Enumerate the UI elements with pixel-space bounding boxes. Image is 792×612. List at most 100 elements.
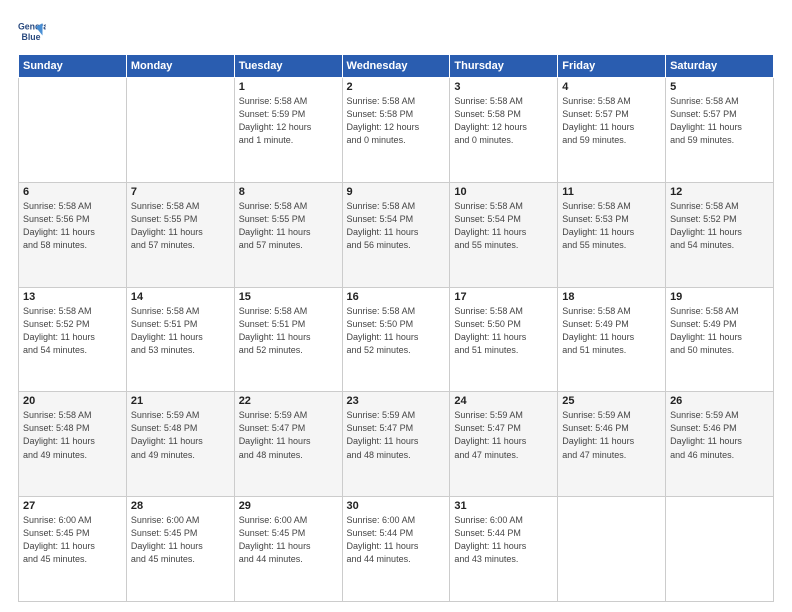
calendar-cell: 18 Sunrise: 5:58 AM Sunset: 5:49 PM Dayli… xyxy=(558,287,666,392)
calendar-cell: 1 Sunrise: 5:58 AM Sunset: 5:59 PM Daylig… xyxy=(234,78,342,183)
day-info: Sunrise: 5:58 AM Sunset: 5:49 PM Dayligh… xyxy=(670,305,769,357)
day-number: 2 xyxy=(347,81,446,93)
day-number: 28 xyxy=(131,500,230,512)
calendar-cell: 29 Sunrise: 6:00 AM Sunset: 5:45 PM Dayli… xyxy=(234,497,342,602)
day-number: 18 xyxy=(562,291,661,303)
day-number: 15 xyxy=(239,291,338,303)
day-number: 8 xyxy=(239,186,338,198)
weekday-header: Wednesday xyxy=(342,55,450,78)
weekday-header: Monday xyxy=(126,55,234,78)
day-info: Sunrise: 5:59 AM Sunset: 5:46 PM Dayligh… xyxy=(670,409,769,461)
day-info: Sunrise: 5:58 AM Sunset: 5:49 PM Dayligh… xyxy=(562,305,661,357)
calendar-cell xyxy=(19,78,127,183)
calendar-week-row: 27 Sunrise: 6:00 AM Sunset: 5:45 PM Dayli… xyxy=(19,497,774,602)
calendar-cell: 9Sunrise: 5:58 AM Sunset: 5:54 PM Daylig… xyxy=(342,182,450,287)
day-number: 22 xyxy=(239,395,338,407)
calendar-cell: 28 Sunrise: 6:00 AM Sunset: 5:45 PM Dayli… xyxy=(126,497,234,602)
day-number: 3 xyxy=(454,81,553,93)
svg-text:Blue: Blue xyxy=(22,32,41,42)
weekday-header-row: SundayMondayTuesdayWednesdayThursdayFrid… xyxy=(19,55,774,78)
day-number: 29 xyxy=(239,500,338,512)
calendar-cell: 11 Sunrise: 5:58 AM Sunset: 5:53 PM Dayli… xyxy=(558,182,666,287)
weekday-header: Tuesday xyxy=(234,55,342,78)
calendar-cell: 22 Sunrise: 5:59 AM Sunset: 5:47 PM Dayli… xyxy=(234,392,342,497)
calendar-cell: 21 Sunrise: 5:59 AM Sunset: 5:48 PM Dayli… xyxy=(126,392,234,497)
day-number: 4 xyxy=(562,81,661,93)
day-info: Sunrise: 6:00 AM Sunset: 5:45 PM Dayligh… xyxy=(131,514,230,566)
calendar-cell: 15 Sunrise: 5:58 AM Sunset: 5:51 PM Dayli… xyxy=(234,287,342,392)
calendar-cell: 20Sunrise: 5:58 AM Sunset: 5:48 PM Dayli… xyxy=(19,392,127,497)
day-info: Sunrise: 5:58 AM Sunset: 5:57 PM Dayligh… xyxy=(670,95,769,147)
day-number: 23 xyxy=(347,395,446,407)
calendar-cell: 25 Sunrise: 5:59 AM Sunset: 5:46 PM Dayli… xyxy=(558,392,666,497)
day-info: Sunrise: 5:58 AM Sunset: 5:51 PM Dayligh… xyxy=(239,305,338,357)
day-number: 6 xyxy=(23,186,122,198)
day-info: Sunrise: 5:58 AM Sunset: 5:56 PM Dayligh… xyxy=(23,200,122,252)
day-number: 27 xyxy=(23,500,122,512)
logo: GeneralBlue xyxy=(18,18,46,46)
day-info: Sunrise: 5:58 AM Sunset: 5:57 PM Dayligh… xyxy=(562,95,661,147)
day-info: Sunrise: 6:00 AM Sunset: 5:44 PM Dayligh… xyxy=(454,514,553,566)
day-number: 21 xyxy=(131,395,230,407)
calendar-cell: 27 Sunrise: 6:00 AM Sunset: 5:45 PM Dayli… xyxy=(19,497,127,602)
calendar-cell: 12 Sunrise: 5:58 AM Sunset: 5:52 PM Dayli… xyxy=(666,182,774,287)
calendar-week-row: 6 Sunrise: 5:58 AM Sunset: 5:56 PM Daylig… xyxy=(19,182,774,287)
day-info: Sunrise: 5:58 AM Sunset: 5:52 PM Dayligh… xyxy=(670,200,769,252)
calendar-cell: 17 Sunrise: 5:58 AM Sunset: 5:50 PM Dayli… xyxy=(450,287,558,392)
day-info: Sunrise: 5:58 AM Sunset: 5:48 PM Dayligh… xyxy=(23,409,122,461)
calendar-cell: 3 Sunrise: 5:58 AM Sunset: 5:58 PM Daylig… xyxy=(450,78,558,183)
calendar-cell: 10 Sunrise: 5:58 AM Sunset: 5:54 PM Dayli… xyxy=(450,182,558,287)
day-number: 24 xyxy=(454,395,553,407)
calendar-cell: 7 Sunrise: 5:58 AM Sunset: 5:55 PM Daylig… xyxy=(126,182,234,287)
day-number: 14 xyxy=(131,291,230,303)
day-number: 17 xyxy=(454,291,553,303)
day-info: Sunrise: 5:58 AM Sunset: 5:55 PM Dayligh… xyxy=(131,200,230,252)
calendar-cell xyxy=(558,497,666,602)
day-info: Sunrise: 5:59 AM Sunset: 5:47 PM Dayligh… xyxy=(347,409,446,461)
day-info: Sunrise: 5:58 AM Sunset: 5:54 PM Dayligh… xyxy=(454,200,553,252)
day-info: Sunrise: 6:00 AM Sunset: 5:45 PM Dayligh… xyxy=(23,514,122,566)
day-number: 7 xyxy=(131,186,230,198)
calendar-cell: 5Sunrise: 5:58 AM Sunset: 5:57 PM Daylig… xyxy=(666,78,774,183)
day-info: Sunrise: 5:58 AM Sunset: 5:53 PM Dayligh… xyxy=(562,200,661,252)
day-info: Sunrise: 5:58 AM Sunset: 5:59 PM Dayligh… xyxy=(239,95,338,147)
day-info: Sunrise: 5:59 AM Sunset: 5:47 PM Dayligh… xyxy=(454,409,553,461)
day-number: 16 xyxy=(347,291,446,303)
weekday-header: Saturday xyxy=(666,55,774,78)
day-info: Sunrise: 5:59 AM Sunset: 5:46 PM Dayligh… xyxy=(562,409,661,461)
day-number: 26 xyxy=(670,395,769,407)
logo-icon: GeneralBlue xyxy=(18,18,46,46)
calendar-week-row: 1 Sunrise: 5:58 AM Sunset: 5:59 PM Daylig… xyxy=(19,78,774,183)
day-number: 10 xyxy=(454,186,553,198)
calendar-cell: 14 Sunrise: 5:58 AM Sunset: 5:51 PM Dayli… xyxy=(126,287,234,392)
day-number: 12 xyxy=(670,186,769,198)
calendar-cell: 16Sunrise: 5:58 AM Sunset: 5:50 PM Dayli… xyxy=(342,287,450,392)
day-number: 9 xyxy=(347,186,446,198)
day-number: 13 xyxy=(23,291,122,303)
day-info: Sunrise: 5:58 AM Sunset: 5:51 PM Dayligh… xyxy=(131,305,230,357)
calendar-cell: 19 Sunrise: 5:58 AM Sunset: 5:49 PM Dayli… xyxy=(666,287,774,392)
calendar-cell: 4 Sunrise: 5:58 AM Sunset: 5:57 PM Daylig… xyxy=(558,78,666,183)
day-info: Sunrise: 6:00 AM Sunset: 5:44 PM Dayligh… xyxy=(347,514,446,566)
day-info: Sunrise: 5:58 AM Sunset: 5:55 PM Dayligh… xyxy=(239,200,338,252)
day-info: Sunrise: 6:00 AM Sunset: 5:45 PM Dayligh… xyxy=(239,514,338,566)
day-number: 19 xyxy=(670,291,769,303)
day-info: Sunrise: 5:58 AM Sunset: 5:58 PM Dayligh… xyxy=(347,95,446,147)
day-number: 25 xyxy=(562,395,661,407)
weekday-header: Sunday xyxy=(19,55,127,78)
day-number: 1 xyxy=(239,81,338,93)
calendar-cell: 24 Sunrise: 5:59 AM Sunset: 5:47 PM Dayli… xyxy=(450,392,558,497)
calendar-week-row: 13 Sunrise: 5:58 AM Sunset: 5:52 PM Dayli… xyxy=(19,287,774,392)
day-info: Sunrise: 5:58 AM Sunset: 5:52 PM Dayligh… xyxy=(23,305,122,357)
day-info: Sunrise: 5:59 AM Sunset: 5:47 PM Dayligh… xyxy=(239,409,338,461)
weekday-header: Thursday xyxy=(450,55,558,78)
calendar-cell: 30Sunrise: 6:00 AM Sunset: 5:44 PM Dayli… xyxy=(342,497,450,602)
calendar-cell: 23 Sunrise: 5:59 AM Sunset: 5:47 PM Dayli… xyxy=(342,392,450,497)
day-info: Sunrise: 5:59 AM Sunset: 5:48 PM Dayligh… xyxy=(131,409,230,461)
day-number: 31 xyxy=(454,500,553,512)
day-info: Sunrise: 5:58 AM Sunset: 5:58 PM Dayligh… xyxy=(454,95,553,147)
calendar-cell: 31 Sunrise: 6:00 AM Sunset: 5:44 PM Dayli… xyxy=(450,497,558,602)
calendar-cell: 26 Sunrise: 5:59 AM Sunset: 5:46 PM Dayli… xyxy=(666,392,774,497)
day-number: 11 xyxy=(562,186,661,198)
day-info: Sunrise: 5:58 AM Sunset: 5:50 PM Dayligh… xyxy=(454,305,553,357)
